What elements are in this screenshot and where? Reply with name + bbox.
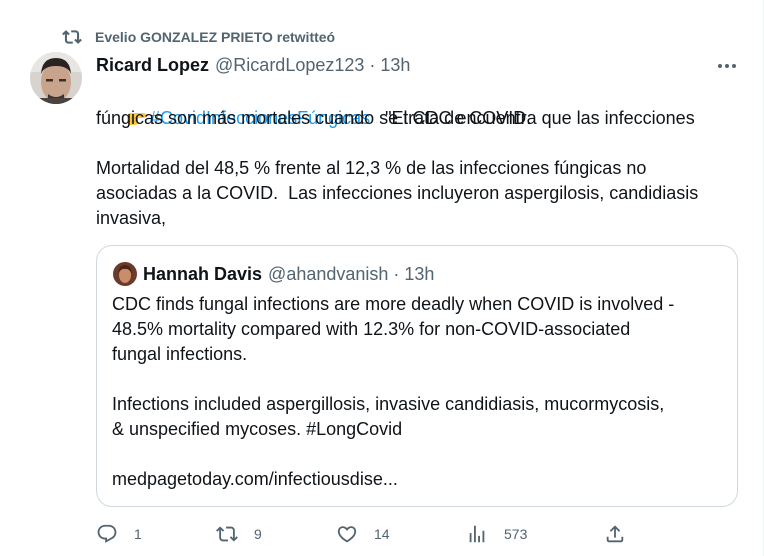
retweet-count: 9 xyxy=(254,526,262,542)
quoted-text-line4: Infections included aspergillosis, invas… xyxy=(112,394,665,414)
tweet-text: #CovidInfeccionesFúngicas "El CDC encuen… xyxy=(96,81,746,231)
reply-count: 1 xyxy=(134,526,142,542)
retweet-icon xyxy=(216,526,238,542)
timestamp[interactable]: 13h xyxy=(380,55,410,76)
more-options-button[interactable] xyxy=(714,56,740,76)
quoted-text-line5: & unspecified mycoses. #LongCovid xyxy=(112,419,403,439)
avatar[interactable] xyxy=(30,52,82,104)
views-button[interactable]: 573 xyxy=(466,520,527,548)
reply-icon xyxy=(97,524,117,543)
tweet-actions: 1 9 14 573 xyxy=(96,520,636,548)
quoted-author-name[interactable]: Hannah Davis xyxy=(143,264,262,285)
like-count: 14 xyxy=(374,526,390,542)
quoted-text-line3: fungal infections. xyxy=(112,344,248,364)
quoted-avatar-image xyxy=(113,262,137,286)
quoted-tweet-header: Hannah Davis @ahandvanish · 13h xyxy=(113,262,434,286)
quoted-avatar[interactable] xyxy=(113,262,137,286)
share-icon xyxy=(606,525,624,543)
quoted-tweet[interactable]: Hannah Davis @ahandvanish · 13h CDC find… xyxy=(96,245,738,507)
quoted-text-line1: CDC finds fungal infections are more dea… xyxy=(112,294,675,314)
author-handle[interactable]: @RicardLopez123 xyxy=(215,55,364,76)
tweet-header: Ricard Lopez @RicardLopez123 · 13h xyxy=(96,52,410,78)
retweet-label[interactable]: Evelio GONZALEZ PRIETO retwitteó xyxy=(95,29,335,45)
quoted-author-handle[interactable]: @ahandvanish xyxy=(268,264,388,285)
separator-dot: · xyxy=(369,54,376,75)
avatar-image xyxy=(30,52,82,104)
retweet-context: Evelio GONZALEZ PRIETO retwitteó xyxy=(62,26,335,48)
reply-button[interactable]: 1 xyxy=(96,520,142,548)
quoted-timestamp[interactable]: 13h xyxy=(404,264,434,285)
quoted-link[interactable]: medpagetoday.com/infectiousdise... xyxy=(112,467,727,492)
views-chart-icon xyxy=(469,525,485,543)
quoted-tweet-text: CDC finds fungal infections are more dea… xyxy=(112,292,727,492)
author-name[interactable]: Ricard Lopez xyxy=(96,55,209,76)
tweet-text-line4: asociadas a la COVID. Las infecciones in… xyxy=(96,183,699,203)
retweet-icon xyxy=(62,30,82,44)
separator-dot: · xyxy=(393,263,400,284)
share-button[interactable] xyxy=(604,520,626,548)
retweet-button[interactable]: 9 xyxy=(216,520,262,548)
view-count: 573 xyxy=(504,526,528,542)
heart-icon xyxy=(337,526,357,543)
tweet-text-line5: invasiva, xyxy=(96,208,167,228)
tweet-container[interactable]: Evelio GONZALEZ PRIETO retwitteó Ricard … xyxy=(0,0,764,556)
more-icon xyxy=(718,64,722,68)
tweet-text-line3: Mortalidad del 48,5 % frente al 12,3 % d… xyxy=(96,158,647,178)
quoted-text-line2: 48.5% mortality compared with 12.3% for … xyxy=(112,319,631,339)
like-button[interactable]: 14 xyxy=(336,520,390,548)
